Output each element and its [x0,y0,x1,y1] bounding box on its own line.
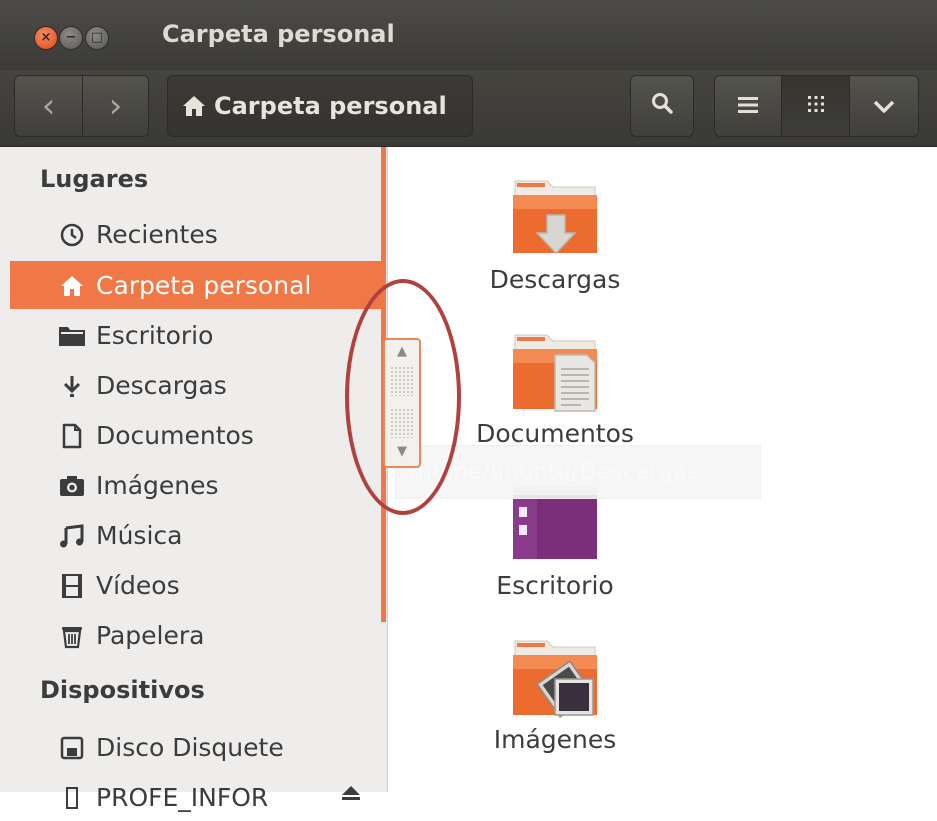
home-icon [58,273,86,299]
maximize-window-button[interactable]: □ [86,27,108,49]
back-icon: ‹ [41,86,56,126]
minimize-window-button[interactable]: − [60,27,82,49]
sidebar-item-label: Papelera [96,620,205,650]
sidebar-item-label: Vídeos [96,570,180,600]
places-heading: Lugares [40,165,149,193]
home-icon [182,95,206,117]
sidebar-item-label: PROFE_INFOR [96,782,269,812]
sidebar-item-imagenes[interactable]: Imágenes [10,461,381,509]
path-bar-home-button[interactable]: Carpeta personal [167,75,473,137]
documents-folder-icon [507,329,603,415]
grid-view-button[interactable] [781,76,849,136]
sidebar-item-musica[interactable]: Música [10,511,381,559]
document-icon [58,423,86,449]
devices-heading: Dispositivos [40,676,205,704]
sidebar-item-label: Escritorio [96,320,214,350]
sidebar-item-recientes[interactable]: Recientes [10,210,381,258]
sidebar-item-descargas[interactable]: Descargas [10,361,381,409]
floppy-icon [58,735,86,761]
folder-icon [58,323,86,349]
file-item-documentos[interactable]: Documentos [435,329,675,448]
file-item-label: Descargas [489,265,621,294]
history-nav: ‹ › [14,75,149,137]
sidebar-item-carpeta-personal[interactable]: Carpeta personal [10,261,381,309]
sidebar-item-papelera[interactable]: Papelera [10,611,381,659]
forward-icon: › [108,86,123,126]
view-options-button[interactable] [849,76,918,136]
search-button-group [630,75,694,137]
eject-icon[interactable] [340,779,362,808]
window-title: Carpeta personal [162,20,395,48]
sidebar-item-label: Recientes [96,219,218,249]
sidebar-item-videos[interactable]: Vídeos [10,561,381,609]
sidebar-item-label: Carpeta personal [96,270,312,300]
sidebar-item-label: Descargas [96,370,227,400]
camera-icon [58,473,86,499]
title-bar: × − □ Carpeta personal [0,0,937,70]
back-button[interactable]: ‹ [15,76,82,136]
annotation-ring [345,279,461,515]
sidebar-item-label: Imágenes [96,470,219,500]
close-window-button[interactable]: × [35,27,57,49]
chevron-down-icon [873,91,895,121]
pictures-folder-icon [507,635,603,721]
file-item-label: Escritorio [496,571,614,600]
close-icon: × [40,30,52,45]
toolbar: ‹ › Carpeta personal [0,70,937,147]
sidebar-item-profe-infor[interactable]: PROFE_INFOR [10,773,381,821]
places-sidebar: Lugares Recientes Carpeta personal Escri… [0,147,388,812]
forward-button[interactable]: › [82,76,148,136]
sidebar-item-documentos[interactable]: Documentos [10,411,381,459]
music-icon [58,523,86,549]
sidebar-item-disco-disquete[interactable]: Disco Disquete [10,723,381,771]
search-icon [650,91,674,122]
file-item-label: Documentos [476,419,634,448]
search-button[interactable] [631,76,693,136]
file-item-label: Imágenes [493,725,617,754]
film-icon [58,573,86,599]
path-label: Carpeta personal [214,92,447,120]
minimize-icon: − [65,30,77,45]
maximize-icon: □ [90,30,104,45]
sidebar-item-label: Música [96,520,183,550]
trash-icon [58,623,86,649]
sidebar-item-label: Documentos [96,420,254,450]
clock-icon [58,222,86,248]
list-view-button[interactable] [715,76,781,136]
grid-icon [806,91,826,121]
file-item-imagenes[interactable]: Imágenes [435,635,675,754]
sidebar-item-label: Disco Disquete [96,732,284,762]
list-icon [737,91,759,121]
sidebar-item-escritorio[interactable]: Escritorio [10,311,381,359]
drive-icon [58,785,86,811]
file-item-descargas[interactable]: Descargas [435,175,675,294]
downloads-folder-icon [507,175,603,261]
download-icon [58,373,86,399]
view-switcher [714,75,919,137]
